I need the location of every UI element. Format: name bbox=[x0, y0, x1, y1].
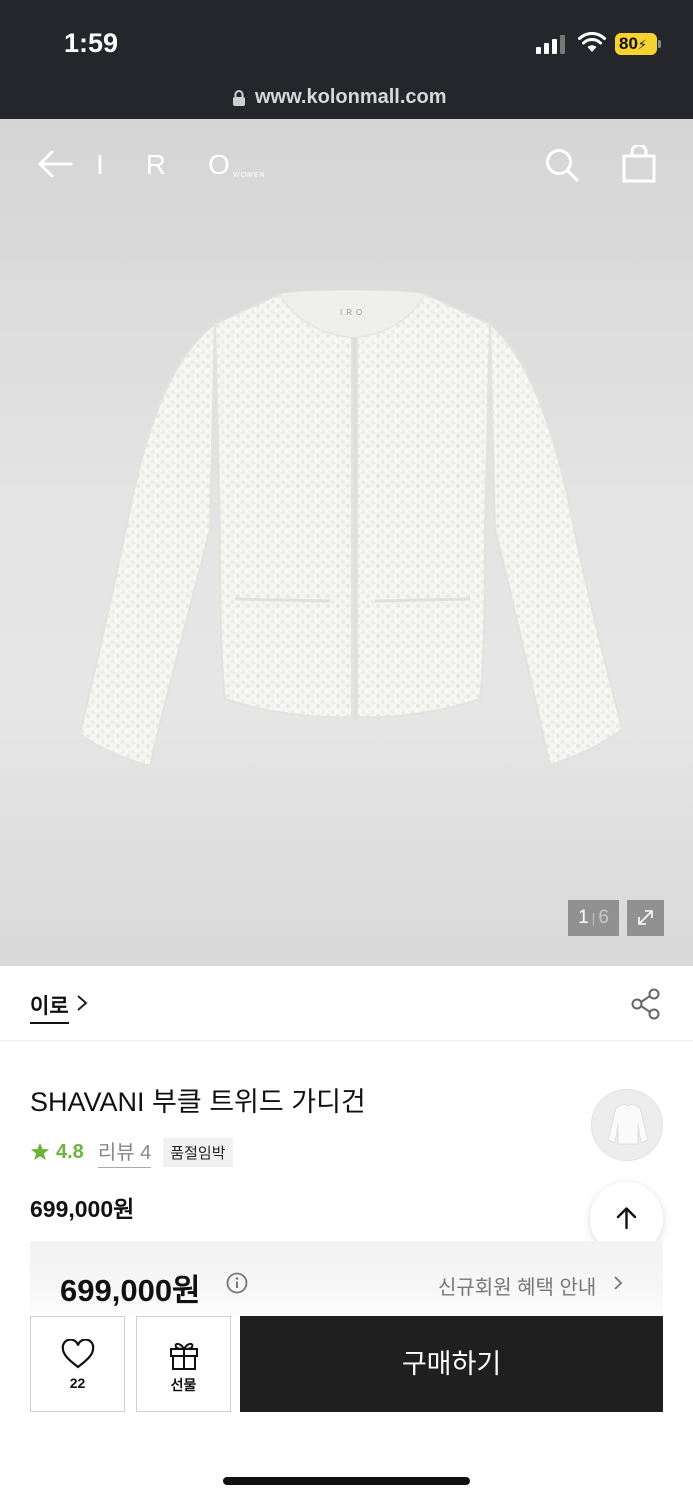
status-time: 1:59 bbox=[64, 28, 119, 58]
low-stock-badge: 품절임박 bbox=[163, 1137, 233, 1167]
wifi-icon bbox=[578, 32, 606, 52]
gallery-pager: 1 | 6 bbox=[568, 900, 619, 936]
buy-button[interactable]: 구매하기 bbox=[240, 1316, 663, 1412]
gallery-total: 6 bbox=[598, 907, 609, 928]
battery-level: 80 bbox=[619, 34, 638, 53]
expand-button[interactable] bbox=[627, 900, 664, 936]
shopping-bag-icon[interactable] bbox=[622, 145, 656, 183]
status-bar: 1:59 80⚡ bbox=[0, 0, 693, 80]
gift-icon bbox=[170, 1342, 198, 1370]
gift-button[interactable]: 선물 bbox=[136, 1316, 231, 1412]
gallery-current: 1 bbox=[578, 907, 589, 928]
gift-label: 선물 bbox=[170, 1377, 197, 1393]
back-arrow-icon[interactable] bbox=[37, 149, 73, 179]
gallery-separator: | bbox=[591, 910, 596, 926]
info-icon[interactable] bbox=[226, 1272, 248, 1294]
new-member-benefit-link[interactable]: 신규회원 혜택 안내 bbox=[438, 1271, 596, 1300]
expand-icon bbox=[638, 910, 653, 925]
product-image[interactable]: IRO bbox=[70, 279, 630, 779]
wishlist-count: 22 bbox=[69, 1375, 86, 1391]
chevron-right-icon[interactable] bbox=[76, 994, 88, 1012]
svg-text:IRO: IRO bbox=[340, 308, 366, 317]
cellular-signal-icon bbox=[536, 34, 565, 54]
brand-link[interactable]: 이로 bbox=[30, 990, 69, 1024]
home-indicator[interactable] bbox=[223, 1477, 470, 1485]
jacket-thumbnail-image bbox=[592, 1090, 662, 1160]
heart-icon bbox=[61, 1339, 95, 1369]
benefit-price: 699,000원 bbox=[60, 1273, 201, 1308]
battery-icon: 80⚡ bbox=[615, 33, 657, 55]
search-icon[interactable] bbox=[544, 147, 580, 183]
battery-cap bbox=[658, 40, 661, 48]
brand-logo-sub: WOMEN bbox=[233, 172, 266, 179]
review-link[interactable]: 리뷰 4 bbox=[97, 1136, 152, 1168]
brand-row: 이로 bbox=[0, 966, 693, 1041]
rating-score: 4.8 bbox=[56, 1140, 84, 1163]
lock-icon bbox=[233, 90, 245, 106]
product-price: 699,000원 bbox=[30, 1196, 135, 1222]
product-thumbnail[interactable] bbox=[591, 1089, 663, 1161]
star-icon bbox=[31, 1143, 49, 1160]
share-icon[interactable] bbox=[630, 988, 662, 1020]
url-text[interactable]: www.kolonmall.com bbox=[255, 86, 447, 109]
rating-row: 4.8 리뷰 4 품절임박 bbox=[30, 1136, 233, 1168]
product-image-gallery[interactable]: IRO WOMEN IRO 1 | 6 bbox=[0, 119, 693, 966]
benefit-bar[interactable]: 699,000원 신규회원 혜택 안내 bbox=[30, 1241, 663, 1316]
wishlist-button[interactable]: 22 bbox=[30, 1316, 125, 1412]
chevron-right-icon[interactable] bbox=[613, 1275, 623, 1291]
product-title: SHAVANI 부클 트위드 가디건 bbox=[30, 1087, 366, 1117]
url-bar[interactable]: www.kolonmall.com bbox=[0, 80, 693, 119]
